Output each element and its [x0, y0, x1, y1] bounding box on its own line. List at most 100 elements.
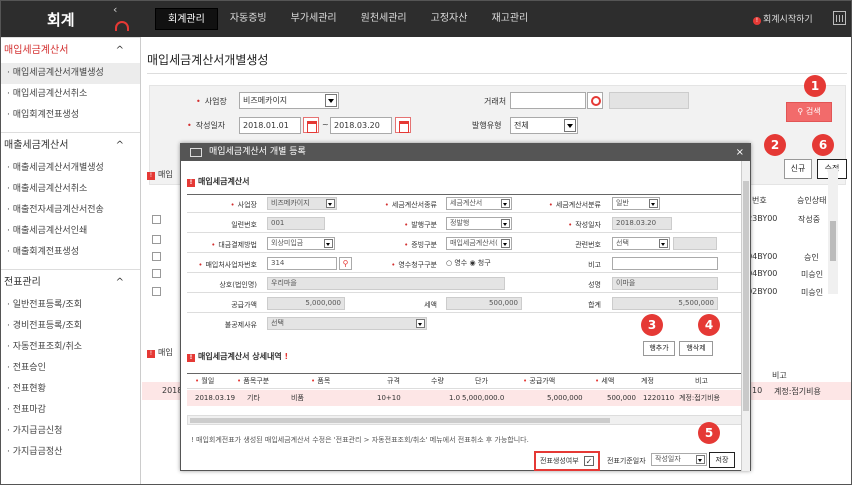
list-scrollbar[interactable]: [828, 169, 838, 294]
headset-icon[interactable]: [115, 21, 129, 31]
voucher-date-select[interactable]: 작성일자: [651, 453, 707, 466]
sidebar-item[interactable]: · 일반전표등록/조회: [1, 295, 140, 316]
sidebar-item[interactable]: · 가지급금신청: [1, 421, 140, 442]
search-icon[interactable]: ⚲: [339, 257, 352, 270]
cell-date: 2018.03.19: [195, 394, 236, 402]
name-input[interactable]: 이마을: [612, 277, 718, 290]
dialog-scrollbar[interactable]: [741, 161, 750, 471]
search-icon[interactable]: [587, 92, 603, 109]
tab-withholding[interactable]: 원천세관리: [349, 8, 419, 30]
row-checkbox[interactable]: [152, 269, 161, 278]
caret-up-icon[interactable]: ^: [116, 270, 124, 296]
company-input[interactable]: 우리마을: [267, 277, 505, 290]
calendar-icon[interactable]: [395, 117, 411, 133]
tax-input[interactable]: 500,000: [446, 297, 522, 310]
sidebar-item-label: 매입세금계산서개별생성: [12, 68, 104, 78]
scrollbar-thumb[interactable]: [190, 418, 610, 423]
total-input[interactable]: 5,500,000: [612, 297, 718, 310]
row-checkbox[interactable]: [152, 215, 161, 224]
serial-input[interactable]: 001: [267, 217, 325, 230]
partner-input[interactable]: [510, 92, 586, 109]
sidebar-item[interactable]: · 매출세금계산서취소: [1, 179, 140, 200]
receipt-radio-group[interactable]: ○ 영수 ◉ 청구: [446, 258, 491, 268]
scrollbar-thumb[interactable]: [830, 221, 836, 261]
start-accounting-link[interactable]: ! 회계시작하기: [753, 12, 813, 25]
evidence-select[interactable]: 매입세금계산서(: [446, 237, 512, 250]
checkbox[interactable]: ✓: [584, 456, 594, 466]
name-label: 성명: [588, 281, 601, 289]
business-select[interactable]: 비즈메카이지: [267, 197, 337, 210]
supply-input[interactable]: 5,000,000: [267, 297, 345, 310]
row-checkbox[interactable]: [152, 252, 161, 261]
calculator-icon[interactable]: [833, 11, 846, 25]
sidebar-item[interactable]: · 매출세금계산서인쇄: [1, 221, 140, 242]
tab-inventory[interactable]: 재고관리: [479, 8, 540, 30]
tab-fixed-assets[interactable]: 고정자산: [419, 8, 480, 30]
cell-item: 비품: [291, 394, 304, 402]
memo-input[interactable]: [612, 257, 718, 270]
issue-type-select[interactable]: 전체: [510, 117, 578, 134]
row-checkbox[interactable]: [152, 287, 161, 296]
date-to-input[interactable]: 2018.03.20: [330, 117, 392, 134]
nondeduct-label: 불공제사유: [224, 321, 257, 329]
chevron-down-icon: [696, 455, 705, 464]
sidebar-item[interactable]: · 매입세금계산서개별생성: [1, 63, 140, 84]
add-row-button[interactable]: 행추가: [643, 341, 675, 356]
tax-class-select[interactable]: 일반: [612, 197, 660, 210]
calendar-icon[interactable]: [303, 117, 319, 133]
sidebar-item[interactable]: · 매입회계전표생성: [1, 105, 140, 126]
row-checkbox[interactable]: [152, 235, 161, 244]
radio-claim[interactable]: 청구: [478, 259, 491, 267]
new-button[interactable]: 신규: [784, 159, 812, 179]
nondeduct-select[interactable]: 선택: [267, 317, 427, 330]
sidebar-item[interactable]: · 매입세금계산서취소: [1, 84, 140, 105]
sidebar-section-sales-invoice[interactable]: 매출세금계산서 ^: [1, 132, 140, 158]
sidebar-section-voucher[interactable]: 전표관리 ^: [1, 269, 140, 295]
tab-vat[interactable]: 부가세관리: [279, 8, 349, 30]
callout-badge-1: 1: [804, 75, 826, 97]
delete-row-button[interactable]: 행삭제: [679, 341, 713, 356]
sidebar-section-purchase-invoice[interactable]: 매입세금계산서 ^: [1, 37, 140, 63]
sidebar-item[interactable]: · 자동전표조회/취소: [1, 337, 140, 358]
sidebar-item[interactable]: · 매출전자세금계산서전송: [1, 200, 140, 221]
callout-badge-2: 2: [764, 134, 786, 156]
date-from-input[interactable]: 2018.01.01: [239, 117, 301, 134]
scrollbar-thumb[interactable]: [743, 181, 749, 411]
row-divider: [187, 252, 742, 253]
write-date-input[interactable]: 2018.03.20: [612, 217, 672, 230]
close-icon[interactable]: ×: [736, 144, 744, 161]
collapse-sidebar-icon[interactable]: ‹: [113, 3, 117, 16]
save-button[interactable]: 저장: [709, 452, 735, 468]
business-select[interactable]: 비즈메카이지: [239, 92, 339, 109]
sidebar-item[interactable]: · 경비전표등록/조회: [1, 316, 140, 337]
sidebar-item-label: 매출세금계산서인쇄: [12, 226, 88, 236]
tab-accounting[interactable]: 회계관리: [155, 8, 218, 30]
table-row[interactable]: 2018.03.19 기타 비품 10+10 1.0 5,000,000.0 5…: [187, 390, 742, 406]
biz-no-input[interactable]: 314: [267, 257, 337, 270]
caret-up-icon[interactable]: ^: [116, 38, 124, 64]
tab-auto-evidence[interactable]: 자동증빙: [218, 8, 279, 30]
voucher-create-checkbox-group[interactable]: 전표생성여부 ✓: [534, 451, 600, 471]
sidebar-item[interactable]: · 매출회계전표생성: [1, 242, 140, 263]
sidebar-item[interactable]: · 전표현황: [1, 379, 140, 400]
callout-badge-5: 5: [698, 422, 720, 444]
radio-receipt[interactable]: 영수: [454, 259, 467, 267]
column-header: 규격: [387, 377, 400, 385]
pay-method-select[interactable]: 외상미입금: [267, 237, 335, 250]
list-title: ! 매입: [147, 169, 173, 180]
row-status: 승인: [804, 253, 819, 262]
issue-type-select[interactable]: 정발행: [446, 217, 512, 230]
related-no-select[interactable]: 선택: [612, 237, 670, 250]
horizontal-scrollbar[interactable]: [187, 415, 742, 425]
tax-type-select[interactable]: 세금계산서: [446, 197, 512, 210]
app-title: 회계: [1, 1, 141, 37]
sidebar-item-label: 매출세금계산서개별생성: [12, 163, 104, 173]
sidebar-item[interactable]: · 전표마감: [1, 400, 140, 421]
sidebar-item[interactable]: · 매출세금계산서개별생성: [1, 158, 140, 179]
sidebar-item[interactable]: · 전표승인: [1, 358, 140, 379]
info-icon: !: [753, 17, 761, 25]
search-button[interactable]: ⚲ 검색: [786, 102, 832, 122]
caret-up-icon[interactable]: ^: [116, 133, 124, 159]
tax-label: 세액: [424, 301, 437, 309]
sidebar-item[interactable]: · 가지급금정산: [1, 442, 140, 463]
